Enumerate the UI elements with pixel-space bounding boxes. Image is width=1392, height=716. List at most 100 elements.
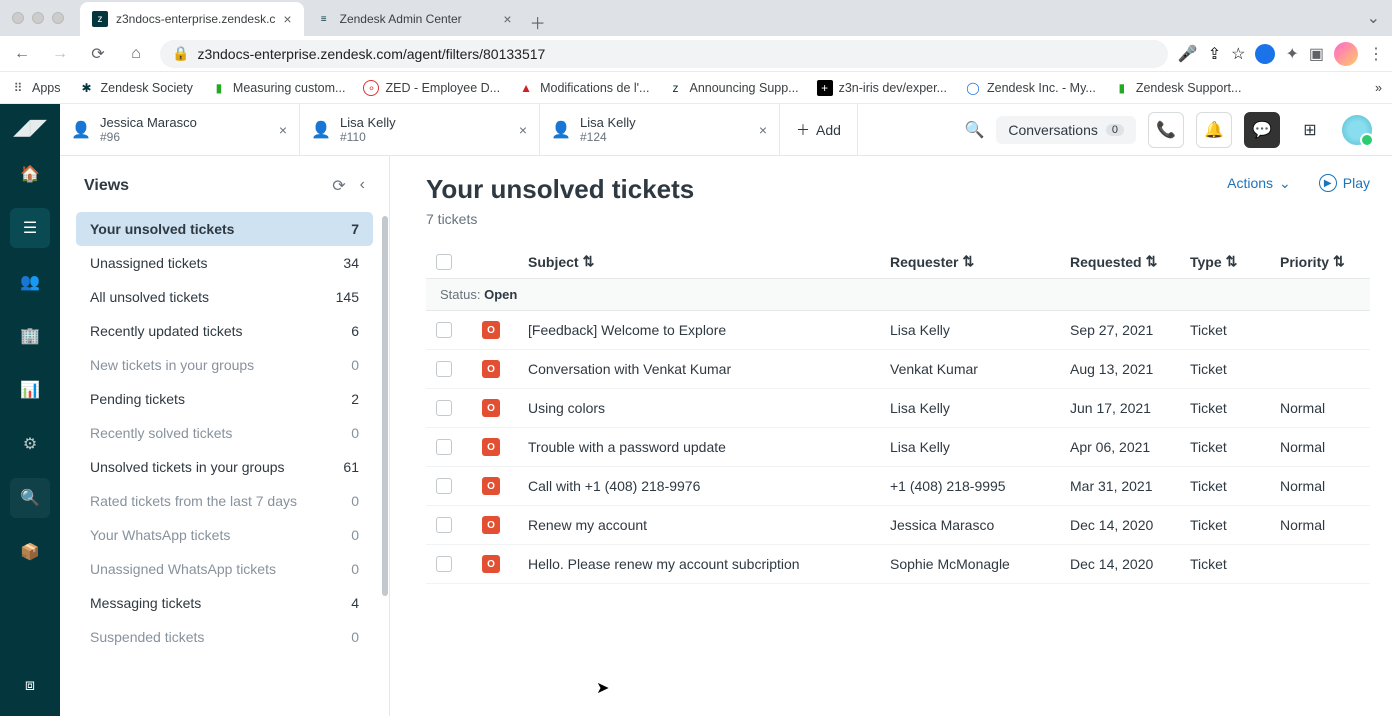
row-checkbox[interactable] [436,361,452,377]
bookmark[interactable]: ▲Modifications de l'... [518,80,649,96]
table-row[interactable]: OHello. Please renew my account subcript… [426,545,1370,584]
view-item[interactable]: New tickets in your groups0 [76,348,373,382]
bookmarks-overflow-icon[interactable]: » [1375,81,1382,95]
rail-search-icon[interactable]: 🔍 [10,478,50,518]
reload-button[interactable]: ⟳ [84,40,112,68]
rail-org-icon[interactable]: 🏢 [10,316,50,356]
table-row[interactable]: ORenew my accountJessica MarascoDec 14, … [426,506,1370,545]
phone-button[interactable]: 📞 [1148,112,1184,148]
refresh-icon[interactable]: ⟳ [332,176,345,196]
agent-avatar[interactable] [1340,113,1374,147]
cell-type: Ticket [1190,517,1280,533]
browser-avatar[interactable] [1334,42,1358,66]
row-checkbox[interactable] [436,556,452,572]
bookmark[interactable]: ⠿Apps [10,80,61,96]
tabs-overflow-icon[interactable]: ⌄ [1367,8,1380,28]
scrollbar[interactable] [381,216,389,716]
traffic-lights[interactable] [12,12,64,24]
extensions-icon[interactable]: ✦ [1285,44,1298,64]
col-subject[interactable]: Subject ⇅ [528,253,890,270]
view-item[interactable]: All unsolved tickets145 [76,280,373,314]
lock-icon: 🔒 [172,45,189,62]
play-button[interactable]: ▶Play [1319,174,1370,192]
select-all-checkbox[interactable] [436,254,452,270]
bookmark[interactable]: ✱Zendesk Society [79,80,193,96]
share-icon[interactable]: ⇪ [1208,44,1221,64]
home-button[interactable]: ⌂ [122,40,150,68]
view-item[interactable]: Messaging tickets4 [76,586,373,620]
new-tab-button[interactable]: ＋ [524,8,552,36]
add-tab-button[interactable]: ＋Add [780,104,858,155]
menu-icon[interactable]: ⋮ [1368,44,1384,64]
bookmark[interactable]: ∘ZED - Employee D... [363,80,500,96]
view-item[interactable]: Pending tickets2 [76,382,373,416]
bookmark[interactable]: +z3n-iris dev/exper... [817,80,947,96]
apps-grid-icon[interactable]: ⊞ [1292,112,1328,148]
table-row[interactable]: O[Feedback] Welcome to ExploreLisa Kelly… [426,311,1370,350]
close-icon[interactable]: × [279,122,287,138]
view-item[interactable]: Unassigned tickets34 [76,246,373,280]
table-row[interactable]: OTrouble with a password updateLisa Kell… [426,428,1370,467]
col-requested[interactable]: Requested ⇅ [1070,253,1190,270]
view-item[interactable]: Recently updated tickets6 [76,314,373,348]
close-tab-icon[interactable]: × [283,11,291,27]
collapse-icon[interactable]: ‹ [360,176,365,196]
bookmark[interactable]: ◯Zendesk Inc. - My... [965,80,1096,96]
row-checkbox[interactable] [436,400,452,416]
cell-type: Ticket [1190,322,1280,338]
ticket-tab[interactable]: 👤 Jessica Marasco#96 × [60,104,300,155]
view-item[interactable]: Suspended tickets0 [76,620,373,654]
bookmark[interactable]: ▮Zendesk Support... [1114,80,1242,96]
chat-button[interactable]: 💬 [1244,112,1280,148]
view-item[interactable]: Rated tickets from the last 7 days0 [76,484,373,518]
url-input[interactable]: 🔒 z3ndocs-enterprise.zendesk.com/agent/f… [160,40,1168,68]
mic-icon[interactable]: 🎤 [1178,44,1198,64]
col-priority[interactable]: Priority ⇅ [1280,253,1370,270]
bookmark[interactable]: zAnnouncing Supp... [667,80,798,96]
rail-product-icon[interactable]: ⧈ [10,666,50,706]
notifications-button[interactable]: 🔔 [1196,112,1232,148]
conversations-button[interactable]: Conversations 0 [996,116,1136,144]
back-button[interactable]: ← [8,40,36,68]
rail-apps-icon[interactable]: 📦 [10,532,50,572]
table-row[interactable]: OCall with +1 (408) 218-9976+1 (408) 218… [426,467,1370,506]
rail-home-icon[interactable]: 🏠 [10,154,50,194]
bookmark[interactable]: ▮Measuring custom... [211,80,346,96]
close-tab-icon[interactable]: × [503,11,511,27]
col-requester[interactable]: Requester ⇅ [890,253,1070,270]
view-item[interactable]: Your WhatsApp tickets0 [76,518,373,552]
zendesk-logo-icon[interactable]: ◢◤ [13,114,47,140]
view-item[interactable]: Recently solved tickets0 [76,416,373,450]
view-item[interactable]: Your unsolved tickets7 [76,212,373,246]
view-label: Your WhatsApp tickets [90,527,230,543]
browser-tab[interactable]: ≡ Zendesk Admin Center × [304,2,524,36]
col-type[interactable]: Type ⇅ [1190,253,1280,270]
ticket-tab[interactable]: 👤 Lisa Kelly#124 × [540,104,780,155]
extension-icon[interactable] [1255,44,1275,64]
row-checkbox[interactable] [436,439,452,455]
row-checkbox[interactable] [436,322,452,338]
close-icon[interactable]: × [759,122,767,138]
panel-icon[interactable]: ▣ [1309,44,1324,64]
table-row[interactable]: OConversation with Venkat KumarVenkat Ku… [426,350,1370,389]
actions-menu[interactable]: Actions⌄ [1227,175,1291,192]
rail-reporting-icon[interactable]: 📊 [10,370,50,410]
views-list: Your unsolved tickets7Unassigned tickets… [60,208,389,658]
table-row[interactable]: OUsing colorsLisa KellyJun 17, 2021Ticke… [426,389,1370,428]
search-icon[interactable]: 🔍 [964,120,984,140]
ticket-tab[interactable]: 👤 Lisa Kelly#110 × [300,104,540,155]
row-checkbox[interactable] [436,478,452,494]
view-label: All unsolved tickets [90,289,209,305]
rail-admin-icon[interactable]: ⚙ [10,424,50,464]
view-item[interactable]: Unassigned WhatsApp tickets0 [76,552,373,586]
close-icon[interactable]: × [519,122,527,138]
star-icon[interactable]: ☆ [1231,44,1245,64]
rail-customers-icon[interactable]: 👥 [10,262,50,302]
browser-tab[interactable]: z z3ndocs-enterprise.zendesk.c × [80,2,304,36]
row-checkbox[interactable] [436,517,452,533]
view-item[interactable]: Unsolved tickets in your groups61 [76,450,373,484]
cell-requested: Dec 14, 2020 [1070,556,1190,572]
bookmark-icon: ∘ [363,80,379,96]
rail-views-icon[interactable]: ☰ [10,208,50,248]
forward-button[interactable]: → [46,40,74,68]
